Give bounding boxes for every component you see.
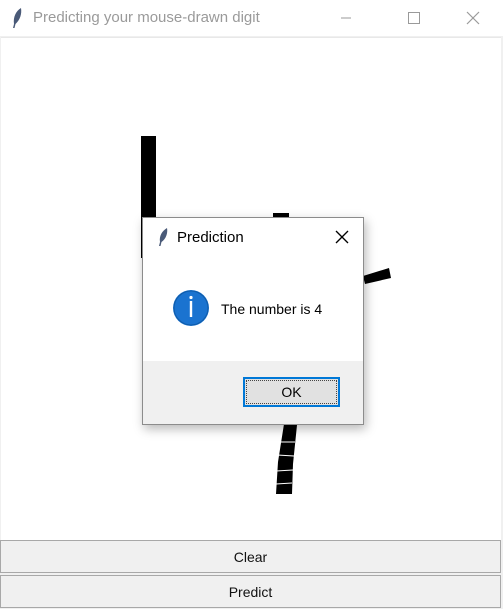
prediction-dialog: Prediction The number is 4 OK — [142, 217, 364, 425]
ok-button[interactable]: OK — [243, 377, 340, 407]
digit-stroke — [363, 268, 391, 284]
minimize-icon — [341, 17, 351, 19]
digit-stroke — [275, 424, 297, 494]
maximize-icon — [408, 12, 420, 24]
close-button[interactable] — [450, 0, 496, 36]
close-icon — [335, 230, 349, 244]
dialog-close-button[interactable] — [327, 222, 357, 252]
predict-button[interactable]: Predict — [0, 575, 501, 608]
info-icon — [173, 290, 209, 326]
dialog-footer: OK — [143, 361, 363, 424]
feather-icon — [159, 228, 168, 246]
maximize-button[interactable] — [391, 0, 437, 36]
focus-ring — [246, 380, 337, 404]
title-bar[interactable]: Predicting your mouse-drawn digit — [0, 0, 503, 36]
clear-button[interactable]: Clear — [0, 540, 501, 573]
feather-icon — [13, 8, 22, 28]
minimize-button[interactable] — [323, 0, 369, 36]
dialog-message: The number is 4 — [221, 301, 323, 317]
close-icon — [466, 11, 480, 25]
dialog-title: Prediction — [177, 229, 244, 246]
window-title: Predicting your mouse-drawn digit — [33, 9, 260, 26]
app-window: Predicting your mouse-drawn digit Clear … — [0, 0, 503, 609]
